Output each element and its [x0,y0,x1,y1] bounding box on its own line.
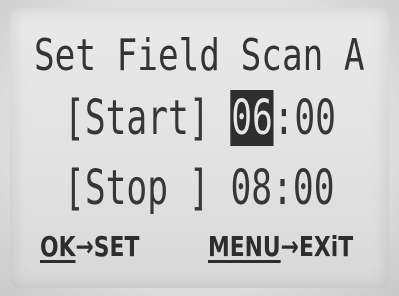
start-bracket-close: ] [188,90,210,146]
stop-time-separator: : [272,160,293,216]
ok-arrow-icon: → [75,230,94,263]
start-time-separator: : [273,90,295,146]
menu-action-label: EXiT [298,230,354,263]
lcd-screen: Set Field Scan A [Start] 06:00 [Stop ] 0… [10,8,389,288]
device-bezel: Set Field Scan A [Start] 06:00 [Stop ] 0… [0,0,399,296]
ok-set-hint[interactable]: OK→SET [40,230,139,263]
menu-key-label: MENU [208,230,281,263]
stop-label: Stop [84,160,189,216]
stop-bracket-close: ] [188,160,210,216]
start-hour-field[interactable]: 06 [230,90,274,146]
stop-bracket-open: [ [64,160,85,216]
menu-exit-hint[interactable]: MENU→EXiT [208,230,353,263]
ok-action-label: SET [93,230,140,263]
ok-key-label: OK [40,230,76,263]
start-label: Start [84,90,189,146]
stop-hour-field[interactable]: 08 [230,160,272,216]
stop-minute-field[interactable]: 00 [293,160,335,216]
menu-arrow-icon: → [280,230,299,263]
start-time-row: [Start] 06:00 [64,90,336,146]
start-bracket-open: [ [64,90,85,146]
screen-title: Set Field Scan A [34,30,365,81]
start-minute-field[interactable]: 00 [294,90,336,146]
stop-time-row: [Stop ] 08:00 [64,164,335,212]
